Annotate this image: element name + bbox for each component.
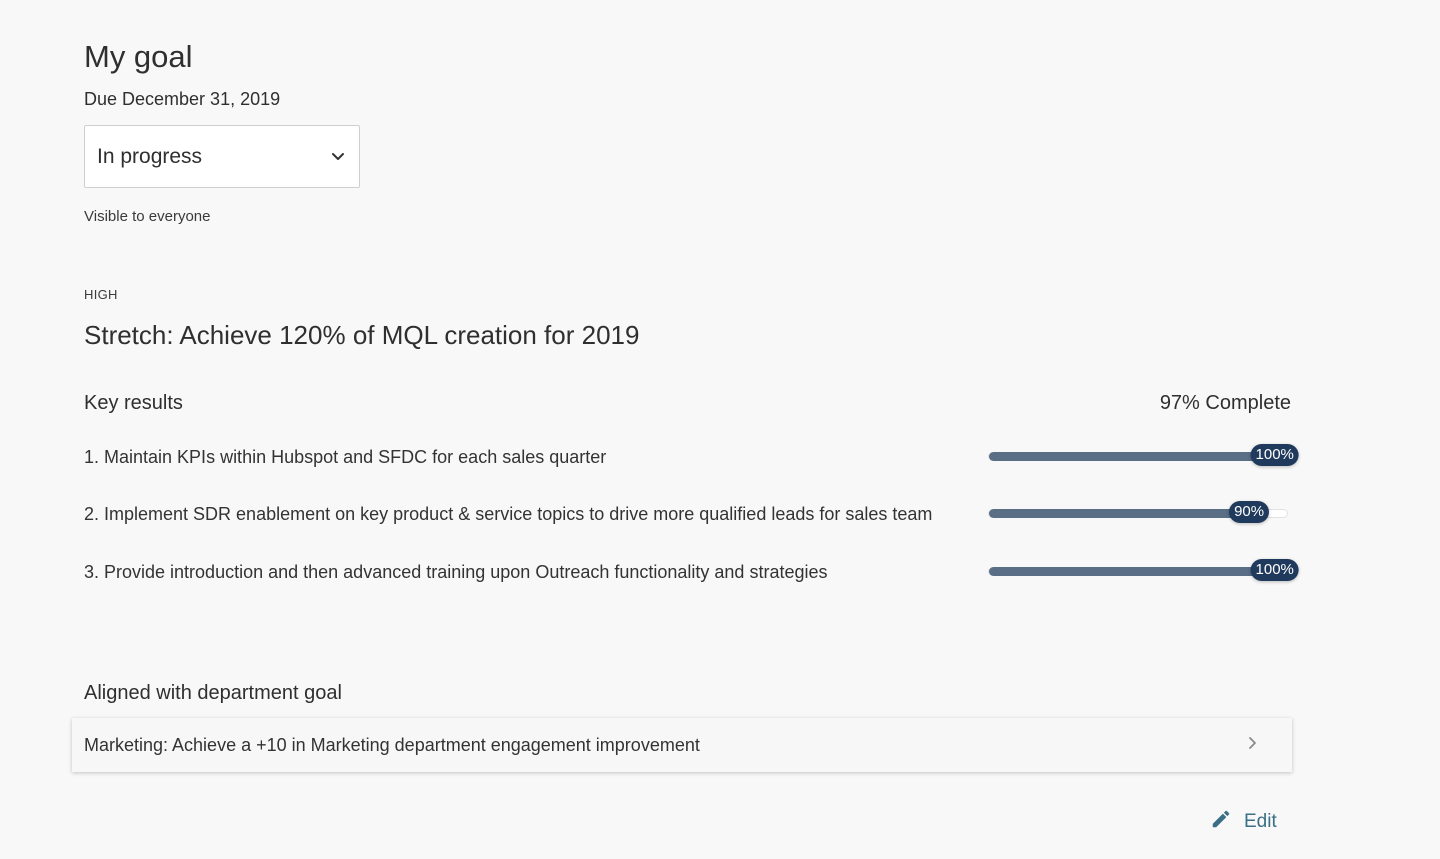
progress-fill [989, 509, 1244, 518]
key-result-text: 3. Provide introduction and then advance… [84, 562, 828, 582]
goal-detail-page: My goal Due December 31, 2019 In progres… [0, 0, 1440, 859]
key-result-text: 1. Maintain KPIs within Hubspot and SFDC… [84, 447, 607, 467]
goal-name: Stretch: Achieve 120% of MQL creation fo… [84, 320, 640, 350]
due-date: Due December 31, 2019 [84, 89, 281, 109]
chevron-down-icon [331, 152, 345, 162]
aligned-goal-card[interactable]: Marketing: Achieve a +10 in Marketing de… [72, 718, 1292, 772]
visibility-text: Visible to everyone [84, 208, 211, 225]
page-title: My goal [84, 39, 193, 74]
key-results-complete: 97% Complete [1159, 392, 1291, 414]
progress-track: 90% [988, 501, 1288, 523]
status-dropdown-value: In progress [97, 144, 203, 168]
progress-fill [989, 567, 1273, 576]
pencil-icon [1210, 808, 1232, 835]
key-results-heading: Key results [84, 392, 183, 414]
chevron-right-icon [1248, 736, 1258, 755]
key-result-row: 1. Maintain KPIs within Hubspot and SFDC… [84, 442, 1324, 472]
progress-track: 100% [988, 444, 1299, 466]
priority-label: HIGH [84, 287, 118, 302]
progress-badge[interactable]: 100% [1250, 444, 1299, 466]
progress-badge[interactable]: 90% [1229, 501, 1270, 523]
edit-label: Edit [1244, 810, 1277, 832]
key-result-row: 2. Implement SDR enablement on key produ… [84, 499, 1324, 529]
progress-fill [989, 452, 1273, 461]
progress-badge[interactable]: 100% [1250, 559, 1299, 581]
key-result-row: 3. Provide introduction and then advance… [84, 557, 1324, 587]
status-dropdown[interactable]: In progress [84, 125, 360, 188]
key-result-text: 2. Implement SDR enablement on key produ… [84, 504, 933, 524]
aligned-goal-text: Marketing: Achieve a +10 in Marketing de… [84, 734, 700, 755]
aligned-heading: Aligned with department goal [84, 682, 342, 704]
edit-button[interactable]: Edit [1210, 808, 1277, 835]
progress-track: 100% [988, 559, 1299, 581]
